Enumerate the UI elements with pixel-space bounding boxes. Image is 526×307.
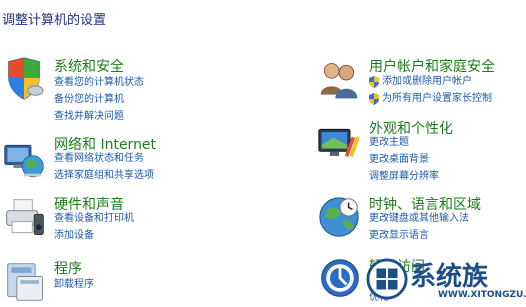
users-icon[interactable] (316, 58, 362, 102)
appearance-monitor-icon[interactable] (316, 122, 362, 166)
link-devices-printers[interactable]: 查看设备和打印机 (54, 210, 134, 227)
category-programs: 程序 卸载程序 (0, 258, 300, 307)
ease-of-access-icon[interactable] (318, 256, 362, 300)
clock-globe-icon[interactable] (316, 194, 362, 240)
uac-shield-icon (369, 92, 379, 105)
category-title-programs[interactable]: 程序 (54, 258, 82, 278)
link-change-keyboard[interactable]: 更改键盘或其他输入法 (369, 210, 469, 227)
site-watermark: 系统族 WWW.XITONGZU.COM (366, 256, 526, 307)
category-title-system-security[interactable]: 系统和安全 (54, 56, 124, 76)
link-add-remove-users-row[interactable]: 添加或删除用户帐户 (368, 73, 492, 90)
link-parental-controls[interactable]: 为所有用户设置家长控制 (382, 90, 492, 107)
category-system-security: 系统和安全 查看您的计算机状态 备份您的计算机 查找并解决问题 (0, 56, 300, 126)
watermark-text: 系统族 (410, 262, 489, 292)
printer-speaker-icon[interactable] (2, 196, 48, 240)
windows-logo-icon (366, 258, 408, 300)
category-appearance: 外观和个性化 更改主题 更改桌面背景 调整屏幕分辨率 (316, 118, 526, 188)
category-hardware-sound: 硬件和声音 查看设备和打印机 添加设备 (0, 194, 300, 250)
link-troubleshoot[interactable]: 查找并解决问题 (54, 108, 144, 125)
link-add-remove-users[interactable]: 添加或删除用户帐户 (382, 73, 472, 90)
link-view-network-status[interactable]: 查看网络状态和任务 (54, 150, 154, 167)
link-change-theme[interactable]: 更改主题 (369, 134, 439, 151)
link-screen-resolution[interactable]: 调整屏幕分辨率 (369, 168, 439, 185)
shield-flag-icon[interactable] (0, 56, 48, 102)
category-clock-language: 时钟、语言和区域 更改键盘或其他输入法 更改显示语言 (316, 194, 526, 250)
watermark-url: WWW.XITONGZU.COM (438, 290, 526, 300)
link-homegroup-sharing[interactable]: 选择家庭组和共享选项 (54, 167, 154, 184)
network-globe-icon[interactable] (0, 140, 48, 182)
link-view-computer-status[interactable]: 查看您的计算机状态 (54, 74, 144, 91)
link-uninstall-program[interactable]: 卸载程序 (54, 276, 94, 293)
link-parental-controls-row[interactable]: 为所有用户设置家长控制 (368, 90, 492, 107)
link-backup-computer[interactable]: 备份您的计算机 (54, 91, 144, 108)
link-change-display-language[interactable]: 更改显示语言 (369, 227, 469, 244)
page-title: 调整计算机的设置 (2, 13, 107, 28)
link-add-device[interactable]: 添加设备 (54, 227, 134, 244)
programs-icon[interactable] (4, 260, 48, 304)
category-user-accounts: 用户帐户和家庭安全 添加或删除用户帐户 为所有用户设置家长控制 (316, 56, 526, 112)
category-network-internet: 网络和 Internet 查看网络状态和任务 选择家庭组和共享选项 (0, 134, 300, 190)
link-change-background[interactable]: 更改桌面背景 (369, 151, 439, 168)
uac-shield-icon (369, 75, 379, 88)
